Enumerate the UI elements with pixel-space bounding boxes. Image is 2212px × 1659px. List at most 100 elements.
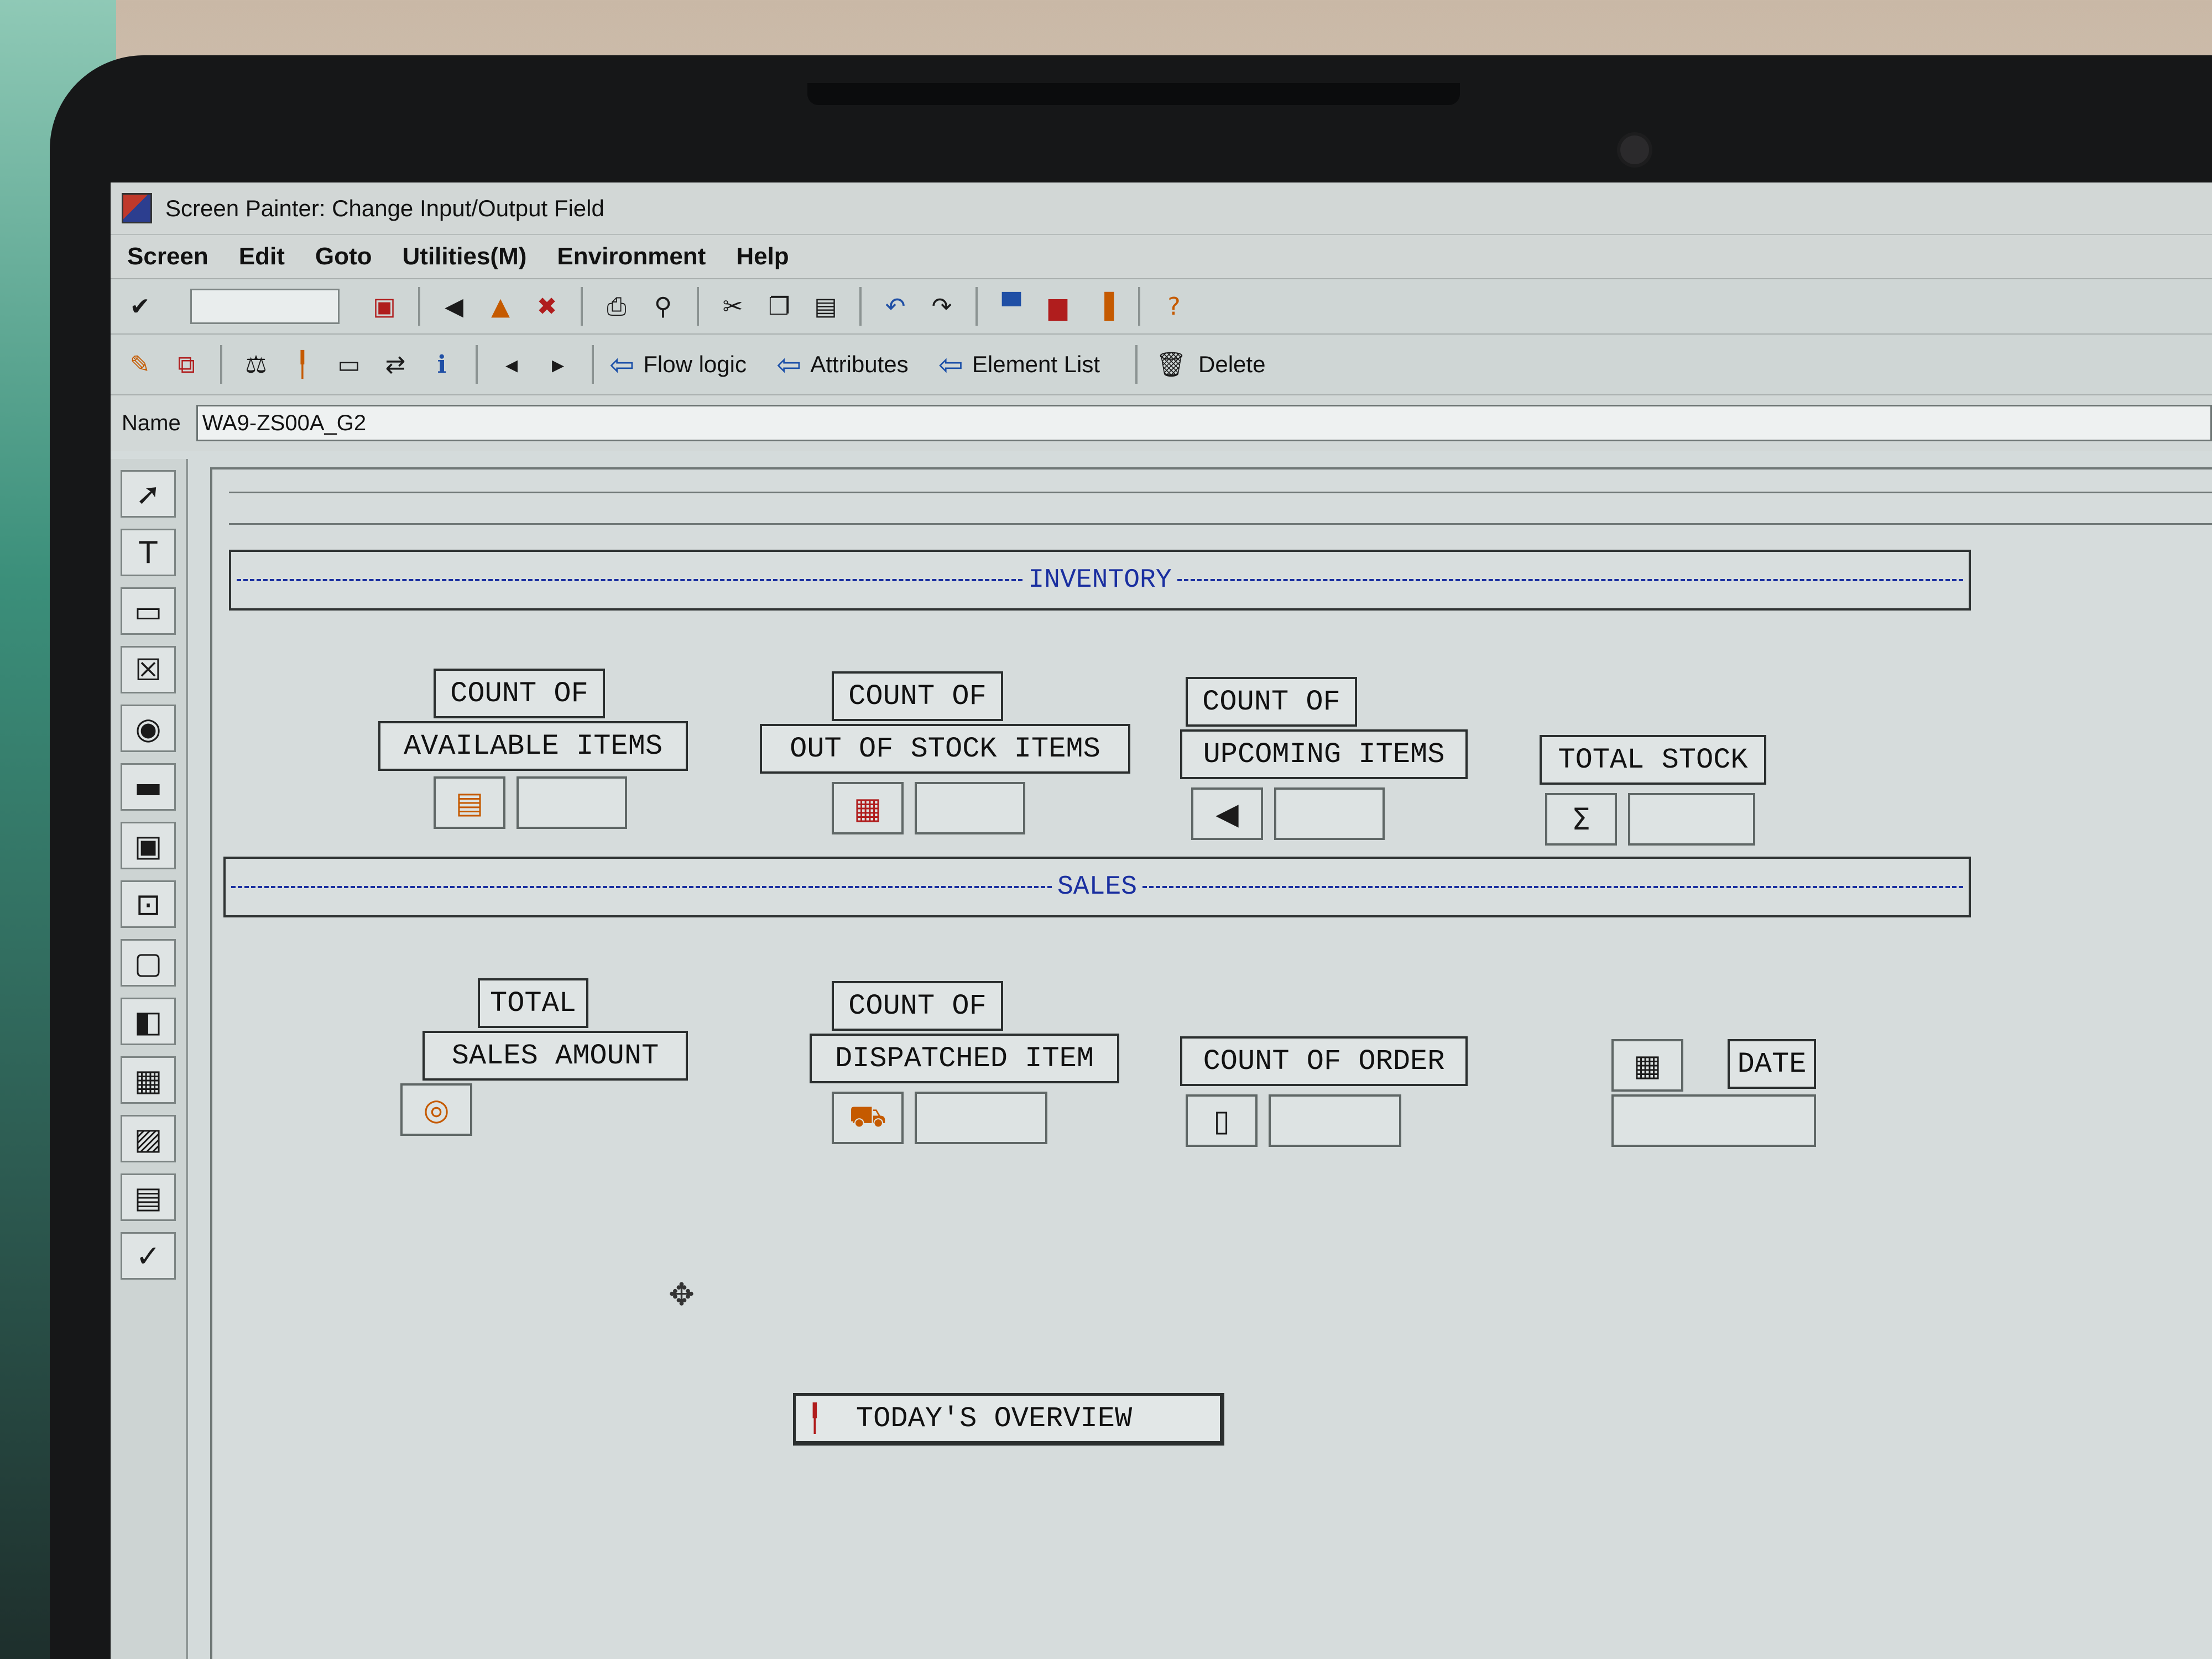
webcam	[1620, 135, 1649, 164]
cancel-icon[interactable]: ✖	[529, 288, 565, 325]
command-field[interactable]	[190, 289, 340, 324]
sigma-icon[interactable]: Σ	[1545, 793, 1617, 846]
info-icon[interactable]: ℹ	[424, 346, 460, 383]
delete-button[interactable]: 🗑 Delete	[1153, 346, 1265, 383]
toolbar-separator	[220, 345, 222, 384]
enter-icon[interactable]: ✔	[122, 288, 158, 325]
display-icon[interactable]: ▭	[331, 346, 367, 383]
application-toolbar: ✎ ⧉ ⚖ ╿ ▭ ⇄ ℹ ◂ ▸ ⇦ Flow logic ⇦ Attribu…	[111, 335, 2212, 395]
label-count-of-order[interactable]: COUNT OF ORDER	[1180, 1036, 1468, 1086]
object-list-icon[interactable]: ⧉	[168, 346, 205, 383]
status-icon[interactable]: ✓	[121, 1232, 176, 1280]
label-count-of[interactable]: COUNT OF	[832, 671, 1003, 721]
coin-icon[interactable]: ◎	[400, 1083, 472, 1136]
menu-environment[interactable]: Environment	[557, 243, 706, 270]
window-yellow-icon[interactable]: ▐	[1086, 288, 1123, 325]
element-list-button[interactable]: ⇦ Element List	[938, 347, 1100, 382]
sales-box[interactable]: SALES	[223, 857, 1971, 917]
custom-control-icon[interactable]: ▤	[121, 1173, 176, 1221]
table-control-icon[interactable]: ▦	[121, 1056, 176, 1104]
label-upcoming-items[interactable]: UPCOMING ITEMS	[1180, 729, 1468, 779]
available-items-field[interactable]	[517, 776, 627, 829]
box-icon[interactable]: ▣	[121, 822, 176, 869]
label-sales-amount[interactable]: SALES AMOUNT	[422, 1031, 688, 1081]
tabstrip-icon[interactable]: ▢	[121, 939, 176, 987]
copy-icon[interactable]: ❐	[761, 288, 797, 325]
document-icon[interactable]: ▯	[1186, 1094, 1258, 1147]
speaker-icon[interactable]: ◀	[1191, 787, 1263, 840]
pushbutton-icon[interactable]: ▬	[121, 763, 176, 811]
layout-icon[interactable]: ⇄	[377, 346, 414, 383]
window-icon[interactable]: ▀	[993, 288, 1030, 325]
exit-icon[interactable]: ▲	[482, 288, 519, 325]
label-available-items[interactable]: AVAILABLE ITEMS	[378, 721, 688, 771]
upcoming-items-field[interactable]	[1274, 787, 1385, 840]
archive-icon[interactable]: ▤	[434, 776, 505, 829]
standard-toolbar: ✔ ▣ ◀ ▲ ✖ ⎙ ⚲ ✂ ❐ ▤ ↶ ↷ ▀ ▆ ▐ ?	[111, 279, 2212, 335]
next-icon[interactable]: ▸	[540, 346, 576, 383]
menu-edit[interactable]: Edit	[239, 243, 285, 270]
menu-goto[interactable]: Goto	[315, 243, 372, 270]
out-of-stock-field[interactable]	[915, 782, 1025, 834]
label-count-of[interactable]: COUNT OF	[434, 669, 605, 718]
canvas-ruler	[229, 492, 2212, 525]
dispatched-item-field[interactable]	[915, 1092, 1047, 1144]
input-field-icon[interactable]: ▭	[121, 587, 176, 635]
date-field[interactable]	[1611, 1094, 1816, 1147]
checkbox-icon[interactable]: ☒	[121, 646, 176, 693]
total-stock-field[interactable]	[1628, 793, 1755, 846]
wand-icon[interactable]: ✎	[122, 346, 158, 383]
label-count-of[interactable]: COUNT OF	[832, 981, 1003, 1031]
todays-overview-button[interactable]: ╿ TODAY'S OVERVIEW	[793, 1393, 1224, 1446]
menu-help[interactable]: Help	[736, 243, 789, 270]
menu-screen[interactable]: Screen	[127, 243, 208, 270]
flow-logic-button[interactable]: ⇦ Flow logic	[609, 347, 747, 382]
frame-dash	[231, 886, 1052, 888]
previous-icon[interactable]: ◂	[493, 346, 530, 383]
frame-dash	[237, 579, 1023, 581]
text-field-icon[interactable]: T	[121, 529, 176, 576]
window-title: Screen Painter: Change Input/Output Fiel…	[165, 195, 604, 221]
label-count-of[interactable]: COUNT OF	[1186, 677, 1357, 727]
back-icon[interactable]: ◀	[436, 288, 472, 325]
calendar-icon[interactable]: ▦	[1611, 1039, 1683, 1092]
delete-label: Delete	[1198, 351, 1266, 377]
label-out-of-stock-items[interactable]: OUT OF STOCK ITEMS	[760, 724, 1130, 774]
toolbar-separator	[476, 345, 478, 384]
subscreen-icon[interactable]: ⊡	[121, 880, 176, 928]
redo-icon[interactable]: ↷	[924, 288, 960, 325]
pointer-icon[interactable]: ➚	[121, 470, 176, 518]
label-total-stock[interactable]: TOTAL STOCK	[1540, 735, 1766, 785]
window-red-icon[interactable]: ▆	[1040, 288, 1076, 325]
title-bar: Screen Painter: Change Input/Output Fiel…	[111, 182, 2212, 235]
find-icon[interactable]: ⚲	[645, 288, 681, 325]
frame-dash	[1177, 579, 1963, 581]
name-field[interactable]: WA9-ZS00A_G2	[196, 405, 2212, 441]
label-date[interactable]: DATE	[1728, 1039, 1816, 1089]
hierarchy-icon[interactable]: ⚖	[238, 346, 274, 383]
truck-icon[interactable]: ⛟	[832, 1092, 904, 1144]
name-label: Name	[122, 410, 181, 435]
inventory-box[interactable]: INVENTORY	[229, 550, 1971, 611]
paste-icon[interactable]: ▤	[807, 288, 844, 325]
order-count-field[interactable]	[1269, 1094, 1401, 1147]
label-total[interactable]: TOTAL	[478, 978, 588, 1028]
radio-button-icon[interactable]: ◉	[121, 705, 176, 752]
table-wizard-icon[interactable]: ▨	[121, 1115, 176, 1162]
help-icon[interactable]: ?	[1156, 288, 1192, 325]
toolbar-separator	[975, 287, 978, 326]
pen-icon[interactable]: ╿	[284, 346, 321, 383]
label-dispatched-item[interactable]: DISPATCHED ITEM	[810, 1034, 1119, 1083]
tabstrip-wizard-icon[interactable]: ◧	[121, 998, 176, 1045]
toolbar-separator	[1135, 345, 1138, 384]
cut-icon[interactable]: ✂	[714, 288, 751, 325]
print-icon[interactable]: ⎙	[598, 288, 635, 325]
attributes-button[interactable]: ⇦ Attributes	[776, 347, 909, 382]
grid-icon[interactable]: ▦	[832, 782, 904, 834]
undo-icon[interactable]: ↶	[877, 288, 914, 325]
toolbar-separator	[418, 287, 420, 326]
menu-utilities[interactable]: Utilities(M)	[403, 243, 527, 270]
save-icon[interactable]: ▣	[366, 288, 403, 325]
layout-canvas[interactable]: INVENTORY COUNT OF AVAILABLE ITEMS ▤ COU…	[210, 467, 2212, 1659]
trash-icon: 🗑	[1156, 351, 1187, 379]
